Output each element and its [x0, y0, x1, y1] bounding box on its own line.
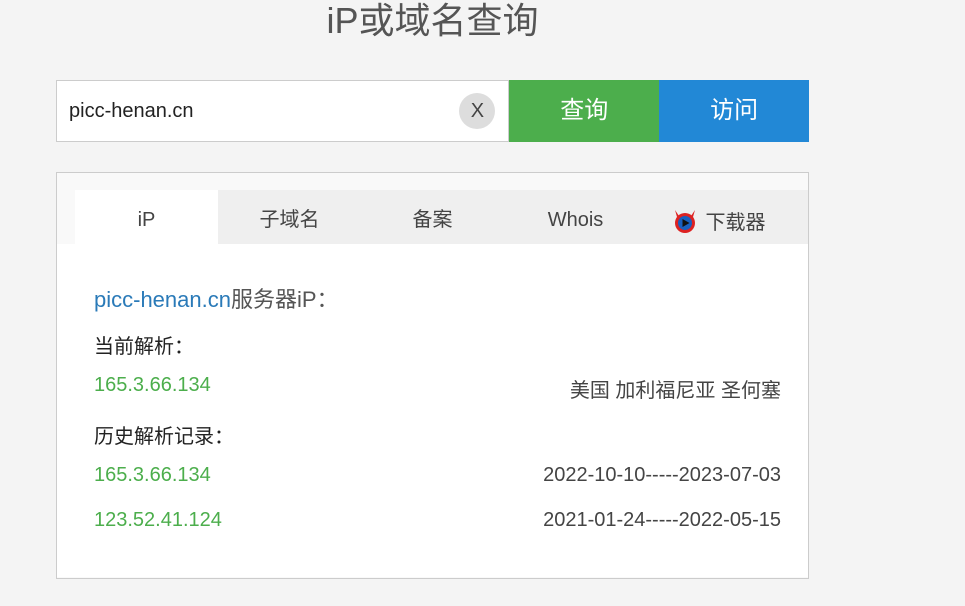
page-title: iP或域名查询	[326, 0, 539, 41]
server-heading: picc-henan.cn服务器iP：	[94, 282, 339, 314]
current-resolution-label: 当前解析：	[94, 336, 194, 358]
history-range: 2021-01-24-----2022-05-15	[543, 509, 781, 531]
search-box: X	[56, 80, 510, 142]
history-range: 2022-10-10-----2023-07-03	[543, 464, 781, 486]
history-label: 历史解析记录：	[94, 426, 234, 448]
tab-downloader-label: 下载器	[705, 212, 766, 234]
history-ip: 165.3.66.134	[94, 464, 211, 486]
tab-whois[interactable]: Whois	[504, 190, 647, 245]
tab-bar: iP 子域名 备案 Whois 下载器	[75, 190, 808, 245]
search-bar: X 查询 访问	[56, 80, 809, 142]
tab-ip[interactable]: iP	[75, 190, 218, 245]
history-ip: 123.52.41.124	[94, 509, 222, 531]
visit-button[interactable]: 访问	[659, 80, 809, 142]
clear-button[interactable]: X	[459, 93, 496, 129]
devil-play-icon	[672, 208, 698, 234]
result-domain: picc-henan.cn	[94, 287, 231, 312]
current-location: 美国 加利福尼亚 圣何塞	[569, 380, 781, 402]
query-button[interactable]: 查询	[509, 80, 660, 142]
tab-icp-record[interactable]: 备案	[361, 190, 504, 245]
search-input[interactable]	[57, 90, 451, 132]
tab-subdomain[interactable]: 子域名	[218, 190, 361, 245]
heading-suffix: 服务器iP：	[230, 287, 339, 312]
result-content: picc-henan.cn服务器iP： 当前解析： 165.3.66.134 美…	[57, 244, 808, 577]
current-ip: 165.3.66.134	[94, 374, 211, 396]
page: iP或域名查询 X 查询 访问 iP 子域名 备案 Whois	[0, 0, 965, 606]
tab-downloader[interactable]: 下载器	[647, 190, 790, 245]
